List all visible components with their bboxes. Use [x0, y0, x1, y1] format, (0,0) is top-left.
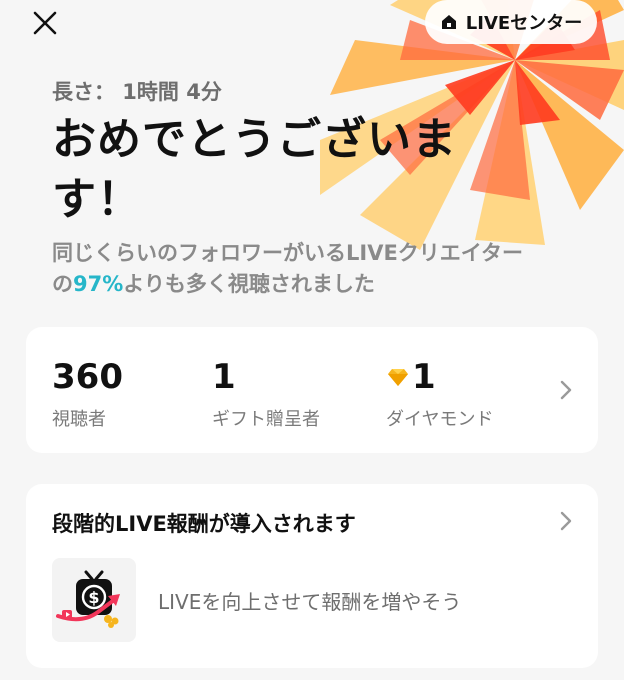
money-tv-icon: $ [56, 570, 120, 628]
stat-viewers: 360 視聴者 [52, 357, 123, 431]
stream-duration: 長さ： 1時間 4分 [52, 80, 222, 104]
diamond-icon [388, 369, 408, 386]
congrats-title: おめでとうございま す！ [52, 110, 532, 230]
subtitle-prefix: の [52, 272, 73, 296]
house-icon [441, 15, 456, 29]
stat-viewers-label: 視聴者 [52, 409, 106, 430]
subtitle-suffix: よりも多く視聴されました [123, 272, 375, 296]
stat-gifters-label: ギフト贈呈者 [212, 409, 320, 430]
live-center-button[interactable]: LIVEセンター [425, 0, 597, 44]
subtitle-line2: の97%よりも多く視聴されました [52, 269, 612, 300]
congrats-title-line2: す！ [52, 174, 142, 225]
subtitle-percent: 97% [73, 272, 124, 296]
congrats-title-line1: おめでとうございま [52, 114, 457, 165]
live-center-label: LIVEセンター [465, 13, 583, 34]
stat-gifters-value: 1 [212, 357, 236, 397]
stat-diamonds-label: ダイヤモンド [386, 409, 494, 430]
chevron-right-icon [560, 380, 572, 400]
close-icon [33, 11, 57, 35]
stat-gifters: 1 ギフト贈呈者 [212, 357, 320, 431]
promo-text: LIVEを向上させて報酬を増やそう [158, 590, 462, 614]
stat-diamonds: 1 ダイヤモンド [386, 357, 493, 431]
subtitle-line1: 同じくらいのフォロワーがいるLIVEクリエイター [52, 241, 523, 265]
rewards-title: 段階的LIVE報酬が導入されます [52, 512, 356, 536]
rewards-card[interactable]: 段階的LIVE報酬が導入されます $ LIVEを向上させて報酬を増やそう [26, 484, 598, 668]
stats-card[interactable]: 360 視聴者 1 ギフト贈呈者 1 ダイヤモンド [26, 327, 598, 453]
stat-diamonds-value: 1 [412, 357, 436, 397]
chevron-right-icon [560, 511, 572, 531]
svg-text:$: $ [88, 588, 99, 607]
close-button[interactable] [28, 6, 62, 40]
comparison-subtitle: 同じくらいのフォロワーがいるLIVEクリエイター の97%よりも多く視聴されまし… [52, 238, 612, 300]
promo-thumbnail: $ [52, 558, 136, 642]
stat-viewers-value: 360 [52, 357, 123, 397]
